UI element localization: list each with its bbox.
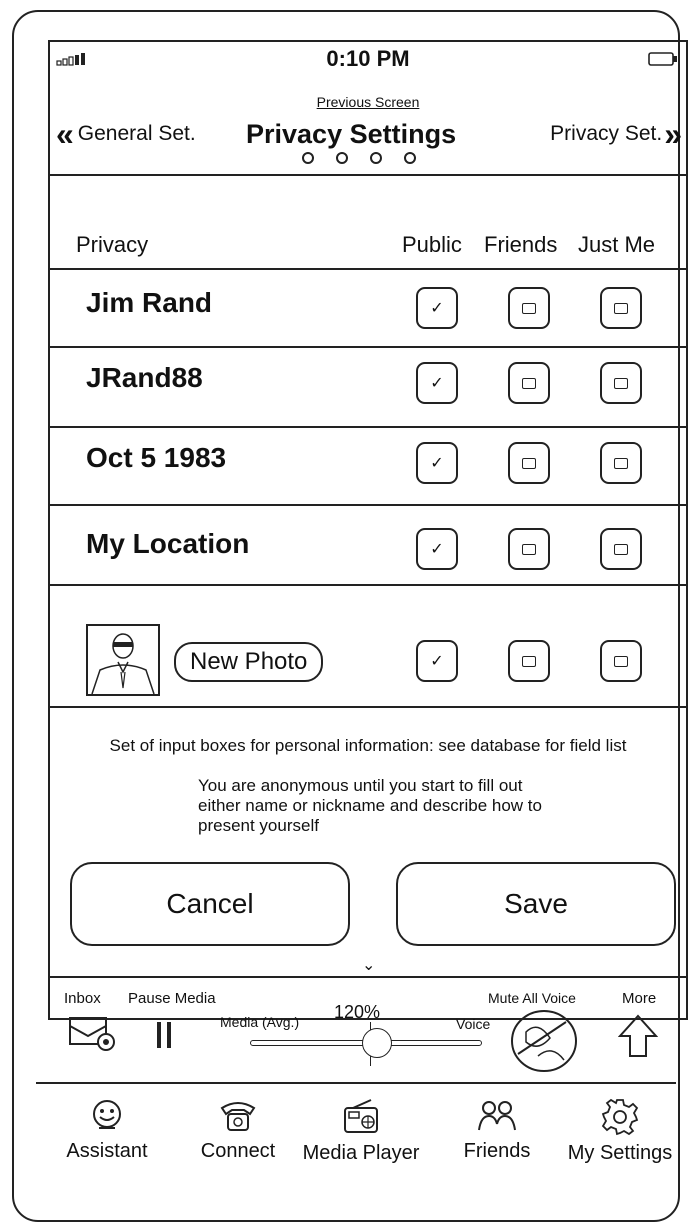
friends-checkbox[interactable] xyxy=(508,640,550,682)
page-dot[interactable] xyxy=(370,152,382,164)
more-label: More xyxy=(622,990,657,1007)
anonymous-note-line: You are anonymous until you start to fil… xyxy=(198,776,523,795)
friends-checkbox[interactable] xyxy=(508,442,550,484)
divider xyxy=(50,174,686,176)
just-me-checkbox[interactable] xyxy=(600,287,642,329)
tab-label: Friends xyxy=(463,1140,531,1162)
just-me-checkbox[interactable] xyxy=(600,528,642,570)
inbox-label: Inbox xyxy=(64,990,101,1007)
back-button-label: General Set. xyxy=(77,122,196,145)
inbox-icon[interactable] xyxy=(68,1014,120,1054)
just-me-checkbox[interactable] xyxy=(600,442,642,484)
row-label-birthday: Oct 5 1983 xyxy=(86,442,227,473)
page-indicator xyxy=(302,152,416,164)
column-header-just-me: Just Me xyxy=(578,232,656,257)
page-title: Privacy Settings xyxy=(246,119,457,149)
divider xyxy=(50,504,686,506)
anonymous-note-line: either name or nickname and describe how… xyxy=(198,796,542,815)
mute-voice-icon[interactable] xyxy=(508,1008,580,1074)
column-header-privacy: Privacy xyxy=(76,232,149,257)
just-me-checkbox[interactable] xyxy=(600,640,642,682)
pause-icon[interactable] xyxy=(154,1022,176,1048)
double-chevron-right-icon: » xyxy=(664,116,682,152)
cancel-button[interactable]: Cancel xyxy=(70,862,350,946)
save-button[interactable]: Save xyxy=(396,862,676,946)
battery-icon xyxy=(648,52,677,66)
status-time: 0:10 PM xyxy=(326,46,410,71)
zoom-level: 120% xyxy=(334,1002,381,1022)
tab-label: Media Player xyxy=(302,1142,420,1164)
tab-label: Connect xyxy=(200,1140,276,1162)
divider xyxy=(50,584,686,586)
check-icon: ✓ xyxy=(430,375,444,392)
page-dot[interactable] xyxy=(336,152,348,164)
tab-friends[interactable]: Friends xyxy=(452,1098,542,1163)
profile-photo xyxy=(86,624,160,696)
screen: 0:10 PM Previous Screen « General Set. P… xyxy=(48,40,688,1020)
phone-icon xyxy=(220,1102,256,1131)
page-dot[interactable] xyxy=(404,152,416,164)
person-avatar-icon xyxy=(91,633,155,695)
phone-frame: 0:10 PM Previous Screen « General Set. P… xyxy=(12,10,688,1222)
tab-my-settings[interactable]: My Settings xyxy=(564,1098,676,1165)
divider xyxy=(50,346,686,348)
divider xyxy=(50,706,686,708)
tab-label: My Settings xyxy=(567,1142,673,1164)
public-checkbox[interactable]: ✓ xyxy=(416,442,458,484)
anonymous-note: You are anonymous until you start to fil… xyxy=(198,776,618,836)
check-icon: ✓ xyxy=(430,653,444,670)
row-label-name: Jim Rand xyxy=(86,287,213,318)
anonymous-note-line: present yourself xyxy=(198,816,319,835)
balance-slider[interactable] xyxy=(250,1022,482,1066)
row-label-nickname: JRand88 xyxy=(86,362,203,393)
back-button[interactable]: « General Set. xyxy=(56,116,196,152)
column-header-public: Public xyxy=(402,232,462,257)
friends-checkbox[interactable] xyxy=(508,287,550,329)
info-note: Set of input boxes for personal informat… xyxy=(109,736,627,755)
friends-icon xyxy=(478,1101,516,1131)
friends-checkbox[interactable] xyxy=(508,528,550,570)
mute-all-voice-label: Mute All Voice xyxy=(488,990,576,1006)
public-checkbox[interactable]: ✓ xyxy=(416,640,458,682)
slider-handle[interactable] xyxy=(362,1028,392,1058)
gear-icon xyxy=(601,1098,639,1136)
check-icon: ✓ xyxy=(430,300,444,317)
check-icon: ✓ xyxy=(430,455,444,472)
forward-button-label: Privacy Set. xyxy=(550,122,663,145)
tab-connect[interactable]: Connect xyxy=(188,1098,288,1163)
new-photo-button[interactable]: New Photo xyxy=(174,642,324,682)
row-label-location: My Location xyxy=(86,528,250,559)
friends-checkbox[interactable] xyxy=(508,362,550,404)
divider xyxy=(50,426,686,428)
up-arrow-icon[interactable] xyxy=(618,1014,658,1058)
voice-label: Voice xyxy=(456,1016,491,1032)
divider xyxy=(36,1082,676,1084)
previous-screen-link[interactable]: Previous Screen xyxy=(50,94,686,110)
page-dot[interactable] xyxy=(302,152,314,164)
pause-media-label: Pause Media xyxy=(128,990,216,1007)
tab-assistant[interactable]: Assistant xyxy=(60,1098,154,1163)
public-checkbox[interactable]: ✓ xyxy=(416,528,458,570)
divider xyxy=(50,268,686,270)
just-me-checkbox[interactable] xyxy=(600,362,642,404)
media-avg-label: Media (Avg.) xyxy=(220,1014,300,1030)
check-icon: ✓ xyxy=(430,541,444,558)
tab-label: Assistant xyxy=(66,1140,148,1162)
divider xyxy=(50,976,686,978)
chevron-down-icon[interactable]: ⌄ xyxy=(362,958,375,974)
public-checkbox[interactable]: ✓ xyxy=(416,362,458,404)
column-header-friends: Friends xyxy=(484,232,558,257)
tab-media-player[interactable]: Media Player xyxy=(296,1098,426,1165)
double-chevron-left-icon: « xyxy=(56,116,74,152)
public-checkbox[interactable]: ✓ xyxy=(416,287,458,329)
forward-button[interactable]: Privacy Set. » xyxy=(550,116,682,152)
radio-icon xyxy=(344,1099,378,1133)
assistant-icon xyxy=(93,1100,121,1129)
